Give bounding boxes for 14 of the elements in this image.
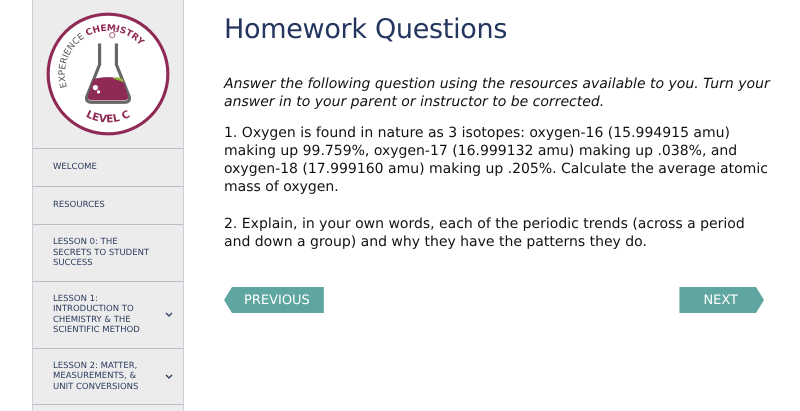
- instructions-text: Answer the following question using the resources available to you. Turn your answer in to your parent or instructor to be corrected.: [224, 75, 770, 111]
- nav-label: WELCOME: [53, 162, 97, 173]
- page-title: Homework Questions: [224, 14, 508, 45]
- nav-label: LESSON 2: MATTER, MEASUREMENTS, & UNIT CONVERSIONS: [53, 360, 140, 392]
- question-text: 2. Explain, in your own words, each of the periodic trends (across a period and down a group) and why they have the patterns they do.: [224, 215, 746, 251]
- nav-item[interactable]: WELCOME: [33, 149, 183, 187]
- nav-label: LESSON 1: INTRODUCTION TO CHEMISTRY & THE SCIENTIFIC METHOD: [53, 294, 141, 336]
- nav-label: LESSON 0: THE SECRETS TO STUDENT SUCCESS: [53, 237, 150, 268]
- nav-item[interactable]: RESOURCES: [33, 187, 183, 225]
- nav-item[interactable]: LESSON 0: THE SECRETS TO STUDENT SUCCESS: [33, 225, 183, 282]
- nav-item[interactable]: LESSON 1: INTRODUCTION TO CHEMISTRY & THE SCIENTIFIC METHOD: [33, 282, 183, 348]
- question-text: 1. Oxygen is found in nature as 3 isotopes: oxygen-16 (15.994915 amu) making up 99.759%, oxygen-17 (16.999132 amu) making up .038%, and oxygen-18 (17.999160 amu) making up .205%. Calculate the average atomic mass of oxygen.: [224, 124, 769, 196]
- nav-item[interactable]: LESSON 2: MATTER, MEASUREMENTS, & UNIT CONVERSIONS: [33, 348, 183, 405]
- nav-label: RESOURCES: [53, 200, 105, 211]
